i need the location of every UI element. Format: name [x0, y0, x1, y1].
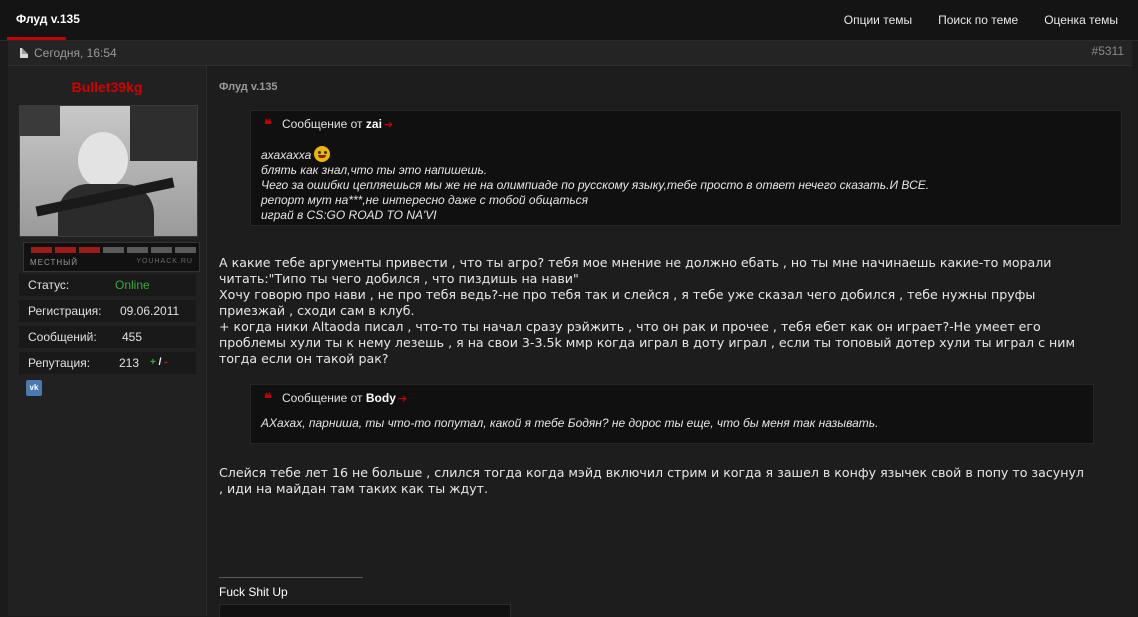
body-line: читать:"Типо ты чего добился , что пизди…	[219, 271, 579, 286]
quote-line: Чего за ошибки цепляешься мы же не на ол…	[261, 178, 930, 192]
stat-status-value: Online	[115, 278, 150, 292]
stat-status: Статус: Online	[19, 274, 196, 296]
body-line: Хочу говорю про нави , не про тебя ведь?…	[219, 287, 1036, 302]
rank-segment-empty	[151, 247, 172, 253]
post-body-paragraph: А какие тебе аргументы привести , что ты…	[219, 255, 1109, 367]
quote-line: репорт мут на***,не интересно даже с тоб…	[261, 193, 589, 207]
signature: Fuck Shit Up	[219, 585, 288, 599]
stat-reputation: Репутация: 213 + / -	[19, 352, 196, 374]
avatar[interactable]	[19, 105, 198, 237]
body-line: Слейся тебе лет 16 не больше , слился то…	[219, 465, 1084, 480]
user-info-panel: Bullet39kg МЕСТНЫЙ YOUHACK.RU Статус: On…	[8, 66, 207, 616]
goto-post-arrow-icon[interactable]: ➔	[398, 393, 407, 405]
signature-banner	[219, 604, 511, 617]
quote-text: ахахахха блять как знал,что ты это напиш…	[261, 146, 929, 223]
document-icon	[20, 48, 28, 58]
rank-segment-empty	[127, 247, 148, 253]
post-title: Флуд v.135	[219, 81, 278, 93]
quote-header: Сообщение от zai ➔	[282, 117, 393, 131]
body-line: тогда если он такой рак?	[219, 351, 389, 366]
username-link[interactable]: Bullet39kg	[8, 79, 206, 95]
reputation-controls: + / -	[150, 357, 168, 368]
rank-title: МЕСТНЫЙ	[30, 258, 79, 267]
post-number-link[interactable]: #5311	[1092, 44, 1124, 58]
thread-tools: Опции темы Поиск по теме Оценка темы	[844, 13, 1118, 27]
quote-author[interactable]: Body	[366, 391, 396, 405]
quote-author[interactable]: zai	[366, 117, 382, 131]
body-line: проблемы хули ты к нему лезешь , я на св…	[219, 335, 1075, 350]
rank-bar: МЕСТНЫЙ YOUHACK.RU	[23, 242, 200, 272]
thread-title[interactable]: Флуд v.135	[16, 12, 80, 26]
vk-icon[interactable]: vk	[26, 380, 42, 396]
post-header: Сегодня, 16:54 #5311	[8, 41, 1132, 66]
quote-header: Сообщение от Body ➔	[282, 391, 407, 405]
stat-reputation-value: 213	[119, 356, 140, 370]
stat-posts: Сообщений: 455	[19, 326, 196, 348]
thread-rate-link[interactable]: Оценка темы	[1044, 13, 1118, 27]
rank-segment-empty	[103, 247, 124, 253]
post-content: Флуд v.135 ❝ Сообщение от zai ➔ ахахахха …	[207, 66, 1132, 617]
thread-search-link[interactable]: Поиск по теме	[938, 13, 1018, 27]
quote-line: блять как знал,что ты это напишешь.	[261, 163, 488, 177]
thread-header-bar: Флуд v.135 Опции темы Поиск по теме Оцен…	[0, 0, 1138, 41]
stat-registration: Регистрация: 09.06.2011	[19, 300, 196, 322]
quote-line: АХахах, парниша, ты что-то попутал, како…	[261, 416, 879, 430]
rank-site: YOUHACK.RU	[136, 258, 193, 265]
stat-reputation-label: Репутация:	[28, 356, 91, 370]
rep-separator: /	[158, 357, 162, 368]
stat-posts-label: Сообщений:	[28, 330, 97, 344]
stat-registration-label: Регистрация:	[28, 304, 102, 318]
post-date: Сегодня, 16:54	[34, 46, 117, 60]
quote-text: АХахах, парниша, ты что-то попутал, како…	[261, 416, 878, 431]
quote-icon: ❝	[264, 391, 272, 407]
signature-divider	[219, 577, 363, 578]
quote-line: ахахахха	[261, 148, 312, 162]
stat-posts-value: 455	[122, 330, 143, 344]
thread-options-link[interactable]: Опции темы	[844, 13, 912, 27]
quote-line: играй в CS:GO ROAD TO NA'VI	[261, 208, 437, 222]
stat-status-label: Статус:	[28, 278, 70, 292]
goto-post-arrow-icon[interactable]: ➔	[384, 119, 393, 131]
rank-segment-empty	[175, 247, 196, 253]
rank-segment-filled	[31, 247, 52, 253]
quote-icon: ❝	[264, 117, 272, 133]
post-body-paragraph: Слейся тебе лет 16 не больше , слился то…	[219, 465, 1109, 497]
rep-plus-button[interactable]: +	[150, 357, 156, 368]
quote-prefix: Сообщение от	[282, 391, 363, 405]
stat-registration-value: 09.06.2011	[120, 304, 180, 318]
quote-block: ❝ Сообщение от zai ➔ ахахахха блять как з…	[250, 110, 1122, 226]
body-line: + когда ники Altaoda писал , что-то ты н…	[219, 319, 1041, 334]
body-line: , иди на майдан там таких как ты ждут.	[219, 481, 489, 496]
active-tab-underline	[7, 37, 66, 40]
rank-segment-filled	[79, 247, 100, 253]
quote-block: ❝ Сообщение от Body ➔ АХахах, парниша, ты…	[250, 384, 1094, 444]
body-line: А какие тебе аргументы привести , что ты…	[219, 255, 1052, 270]
body-line: приезжай , сходи сам в клуб.	[219, 303, 415, 318]
laughing-smiley-icon	[314, 146, 331, 162]
rank-segment-filled	[55, 247, 76, 253]
rep-minus-button[interactable]: -	[164, 357, 167, 368]
quote-prefix: Сообщение от	[282, 117, 363, 131]
